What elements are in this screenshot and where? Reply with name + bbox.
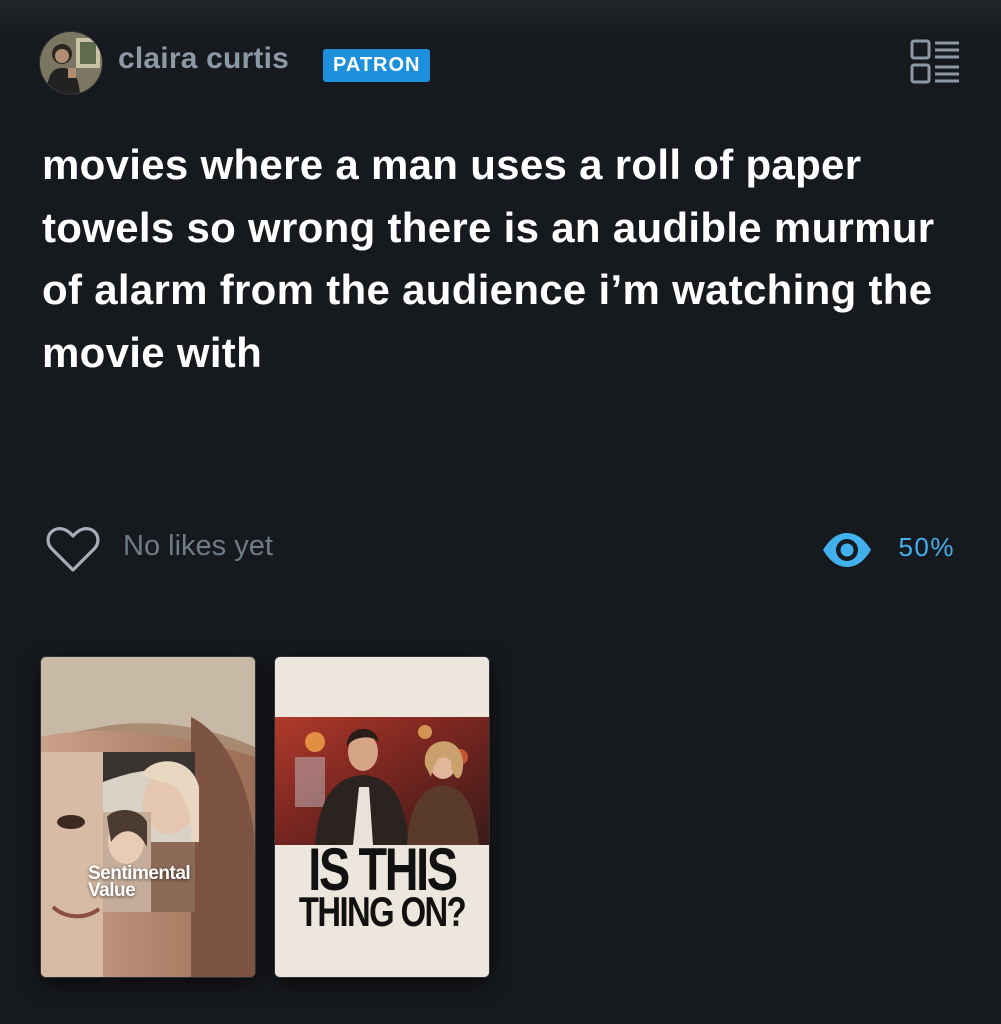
username[interactable]: claira curtis <box>118 42 289 76</box>
user-avatar[interactable] <box>40 32 102 94</box>
patron-badge: PATRON <box>323 49 431 82</box>
likes-count: No likes yet <box>123 530 273 562</box>
poster-title-line2: THING ON? <box>298 888 467 935</box>
eye-icon <box>821 531 873 569</box>
poster-sentimental-value[interactable]: Sentimental Value <box>41 657 255 977</box>
post-stats: No likes yet 50% <box>45 526 957 576</box>
post-header: claira curtis PATRON <box>40 32 960 94</box>
views-percent: 50% <box>898 532 955 562</box>
poster-title-sentimental-value: Sentimental Value <box>88 863 191 901</box>
heart-icon[interactable] <box>45 526 101 574</box>
poster-is-this-thing-on[interactable]: IS THIS THING ON? <box>275 657 489 977</box>
poster-title-is-this-thing-on: IS THIS THING ON? <box>298 840 467 935</box>
post-body: movies where a man uses a roll of paper … <box>42 141 935 376</box>
poster-sentimental-value-art <box>41 657 255 977</box>
list-view-icon[interactable] <box>910 38 960 86</box>
